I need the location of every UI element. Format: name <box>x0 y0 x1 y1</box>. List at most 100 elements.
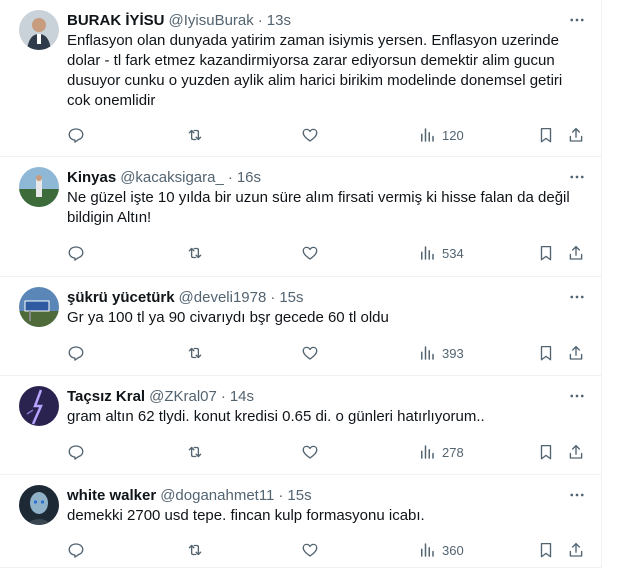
display-name[interactable]: şükrü yücetürk <box>67 289 175 306</box>
user-handle[interactable]: @develi1978 <box>179 289 267 306</box>
retweet-icon <box>188 544 202 556</box>
more-icon[interactable] <box>567 10 587 30</box>
tweet-text: gram altın 62 tlydi. konut kredisi 0.65 … <box>67 408 485 425</box>
tweet[interactable]: white walker @doganahmet11 · 15s demekki… <box>0 475 601 568</box>
avatar[interactable] <box>19 10 59 50</box>
like-icon <box>302 346 318 360</box>
reply-button[interactable] <box>67 343 85 363</box>
more-icon[interactable] <box>567 386 587 406</box>
share-button[interactable] <box>567 442 585 462</box>
user-handle[interactable]: @ZKral07 <box>149 388 217 405</box>
tweet-header: BURAK İYİSU @IyisuBurak · 13s <box>67 10 587 30</box>
like-button[interactable] <box>301 540 319 560</box>
views-icon <box>421 346 434 360</box>
timestamp[interactable]: 15s <box>279 289 303 306</box>
bookmark-button[interactable] <box>537 442 555 462</box>
bookmark-button[interactable] <box>537 343 555 363</box>
user-handle[interactable]: @IyisuBurak <box>169 12 254 29</box>
bookmark-icon <box>540 245 552 261</box>
bookmark-icon <box>540 127 552 143</box>
bookmark-button[interactable] <box>537 243 555 263</box>
share-icon <box>569 542 583 557</box>
reply-button[interactable] <box>67 125 85 145</box>
timestamp[interactable]: 14s <box>230 388 254 405</box>
separator-dot: · <box>278 486 284 504</box>
display-name[interactable]: Kinyas <box>67 169 116 186</box>
separator-dot: · <box>227 168 233 186</box>
reply-icon <box>68 445 84 460</box>
retweet-button[interactable] <box>186 243 204 263</box>
tweet-header: şükrü yücetürk @develi1978 · 15s <box>67 287 587 307</box>
display-name[interactable]: white walker <box>67 487 156 504</box>
avatar[interactable] <box>19 167 59 207</box>
reply-button[interactable] <box>67 540 85 560</box>
tweet[interactable]: şükrü yücetürk @develi1978 · 15s Gr ya 1… <box>0 277 601 376</box>
reply-button[interactable] <box>67 442 85 462</box>
retweet-button[interactable] <box>186 343 204 363</box>
retweet-icon <box>188 446 202 458</box>
timestamp[interactable]: 13s <box>267 12 291 29</box>
timestamp[interactable]: 15s <box>287 487 311 504</box>
like-icon <box>302 543 318 557</box>
tweet-header: white walker @doganahmet11 · 15s <box>67 485 587 505</box>
views-icon <box>421 128 434 142</box>
retweet-icon <box>188 129 202 141</box>
timeline-feed: BURAK İYİSU @IyisuBurak · 13s Enflasyon … <box>0 0 602 568</box>
avatar[interactable] <box>19 386 59 426</box>
views-button[interactable]: 534 <box>418 243 464 263</box>
like-button[interactable] <box>301 243 319 263</box>
retweet-button[interactable] <box>186 125 204 145</box>
avatar[interactable] <box>19 287 59 327</box>
avatar-image <box>19 485 59 525</box>
retweet-button[interactable] <box>186 540 204 560</box>
bookmark-button[interactable] <box>537 540 555 560</box>
like-button[interactable] <box>301 125 319 145</box>
timestamp[interactable]: 16s <box>237 169 261 186</box>
views-count: 360 <box>442 542 464 558</box>
reply-button[interactable] <box>67 243 85 263</box>
like-icon <box>302 445 318 459</box>
tweet-text: Enflasyon olan dunyada yatirim zaman isi… <box>67 32 563 109</box>
share-button[interactable] <box>567 243 585 263</box>
tweet-header: Taçsız Kral @ZKral07 · 14s <box>67 386 587 406</box>
retweet-button[interactable] <box>186 442 204 462</box>
more-icon[interactable] <box>567 485 587 505</box>
separator-dot: · <box>270 288 276 306</box>
like-button[interactable] <box>301 442 319 462</box>
views-button[interactable]: 360 <box>418 540 464 560</box>
action-bar: 393 <box>0 343 601 363</box>
share-icon <box>569 245 583 260</box>
share-icon <box>569 127 583 142</box>
user-handle[interactable]: @kacaksigara_ <box>120 169 224 186</box>
share-button[interactable] <box>567 125 585 145</box>
more-icon[interactable] <box>567 287 587 307</box>
tweet[interactable]: Taçsız Kral @ZKral07 · 14s gram altın 62… <box>0 376 601 475</box>
like-icon <box>302 128 318 142</box>
reply-icon <box>68 346 84 361</box>
separator-dot: · <box>257 11 263 29</box>
action-bar: 534 <box>0 243 601 263</box>
bookmark-button[interactable] <box>537 125 555 145</box>
bookmark-icon <box>540 444 552 460</box>
views-button[interactable]: 120 <box>418 125 464 145</box>
share-button[interactable] <box>567 343 585 363</box>
tweet-text: Gr ya 100 tl ya 90 civarıydı bşr gecede … <box>67 309 389 326</box>
action-bar: 278 <box>0 442 601 462</box>
views-button[interactable]: 278 <box>418 442 464 462</box>
share-button[interactable] <box>567 540 585 560</box>
user-handle[interactable]: @doganahmet11 <box>160 487 274 504</box>
views-count: 534 <box>442 245 464 261</box>
tweet[interactable]: Kinyas @kacaksigara_ · 16s Ne güzel işte… <box>0 157 601 277</box>
like-button[interactable] <box>301 343 319 363</box>
display-name[interactable]: BURAK İYİSU <box>67 12 165 29</box>
reply-icon <box>68 128 84 143</box>
action-bar: 120 <box>0 125 601 145</box>
tweet[interactable]: BURAK İYİSU @IyisuBurak · 13s Enflasyon … <box>0 0 601 157</box>
retweet-icon <box>188 247 202 259</box>
views-button[interactable]: 393 <box>418 343 464 363</box>
avatar[interactable] <box>19 485 59 525</box>
bookmark-icon <box>540 542 552 558</box>
more-icon[interactable] <box>567 167 587 187</box>
action-bar: 360 <box>0 540 601 560</box>
display-name[interactable]: Taçsız Kral <box>67 388 145 405</box>
